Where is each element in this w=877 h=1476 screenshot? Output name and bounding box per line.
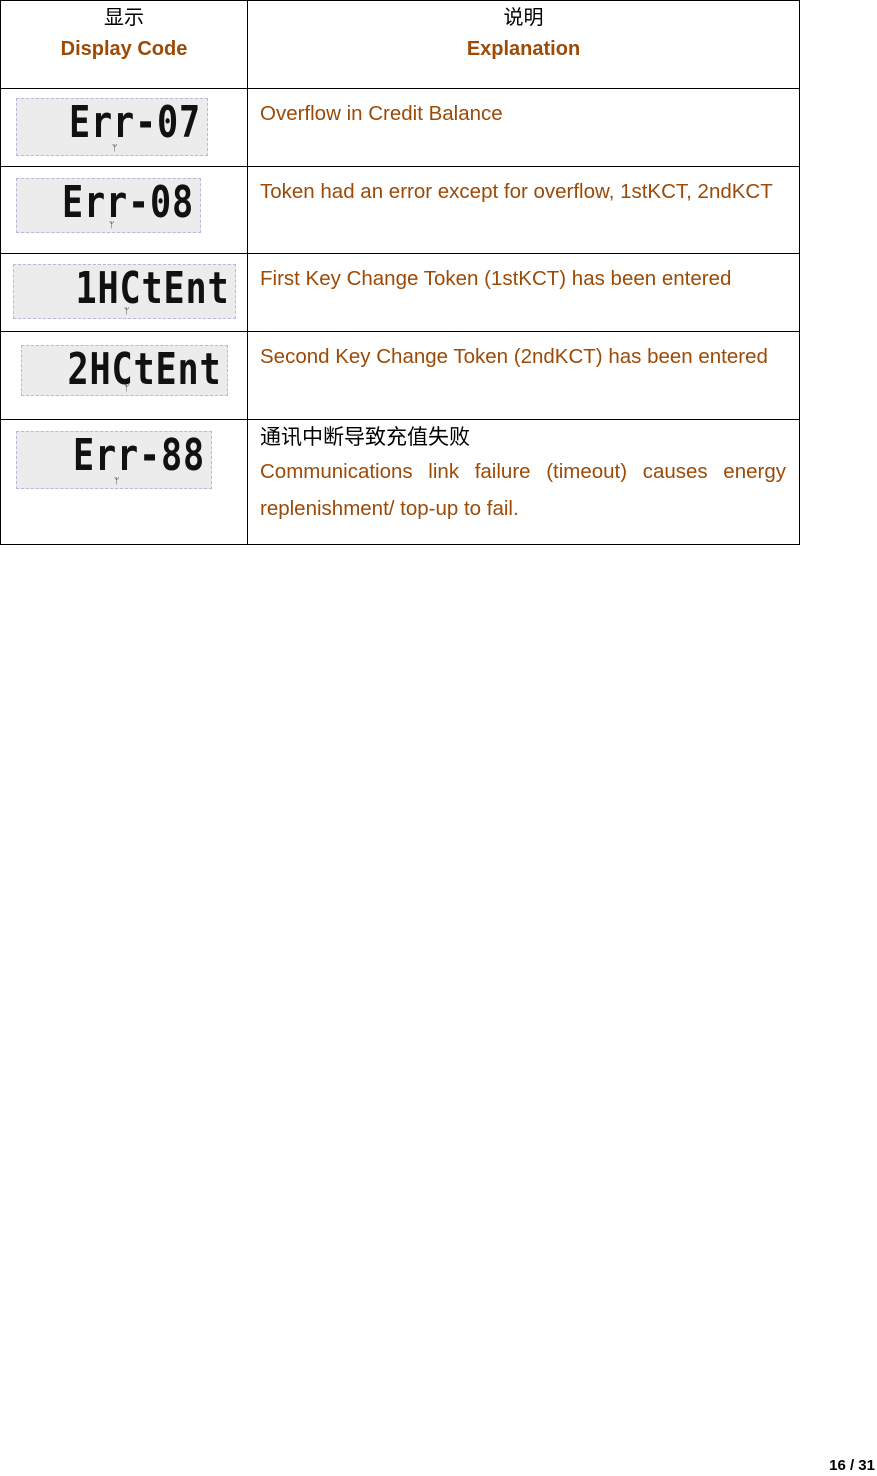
lcd-text: 2HCtEnt	[67, 344, 221, 395]
explanation-cell: Overflow in Credit Balance	[247, 88, 800, 167]
lcd-display-image: Err-08 ᛘ	[16, 177, 201, 233]
antenna-icon: ᛘ	[109, 220, 115, 230]
antenna-icon: ᛘ	[124, 383, 130, 393]
lcd-display-image: 1HCtEnt ᛘ	[13, 263, 236, 319]
antenna-icon: ᛘ	[112, 143, 118, 153]
header-display: 显示 Display Code	[0, 0, 248, 89]
explanation-cell: Second Key Change Token (2ndKCT) has bee…	[247, 331, 800, 420]
table-row: 2HCtEnt ᛘ Second Key Change Token (2ndKCT…	[0, 331, 800, 420]
explanation-cn: 通讯中断导致充值失败	[260, 425, 470, 449]
lcd-text: Err-07	[69, 97, 201, 148]
lcd-text: Err-08	[62, 177, 194, 228]
explanation-en: Communications link failure (timeout) ca…	[260, 460, 786, 520]
explanation-cell: First Key Change Token (1stKCT) has been…	[247, 253, 800, 332]
header-explain-cn: 说明	[503, 7, 544, 29]
page-number: 16 / 31	[829, 1457, 875, 1474]
table-row: Err-88 ᛘ 通讯中断导致充值失败 Communications link fa…	[0, 419, 800, 545]
lcd-display-image: Err-07 ᛘ	[16, 97, 208, 156]
lcd-text: Err-88	[73, 430, 205, 481]
explanation-cell: 通讯中断导致充值失败 Communications link failure (t…	[247, 419, 800, 545]
table-header: 显示 Display Code 说明 Explanation	[0, 0, 800, 89]
display-code-table: 显示 Display Code 说明 Explanation Err-07 ᛘ Ove…	[0, 0, 800, 545]
table-row: Err-07 ᛘ Overflow in Credit Balance	[0, 88, 800, 167]
antenna-icon: ᛘ	[114, 476, 120, 486]
header-explain-en: Explanation	[466, 38, 581, 60]
header-display-en: Display Code	[60, 38, 188, 60]
table-row: 1HCtEnt ᛘ First Key Change Token (1stKCT)…	[0, 253, 800, 332]
header-explanation: 说明 Explanation	[247, 0, 800, 89]
header-display-cn: 显示	[104, 7, 144, 29]
table-row: Err-08 ᛘ Token had an error except for ov…	[0, 166, 800, 254]
lcd-display-image: Err-88 ᛘ	[16, 430, 212, 489]
explanation-cell: Token had an error except for overflow, …	[247, 166, 800, 254]
antenna-icon: ᛘ	[124, 306, 130, 316]
lcd-text: 1HCtEnt	[75, 263, 229, 314]
lcd-display-image: 2HCtEnt ᛘ	[21, 344, 228, 396]
